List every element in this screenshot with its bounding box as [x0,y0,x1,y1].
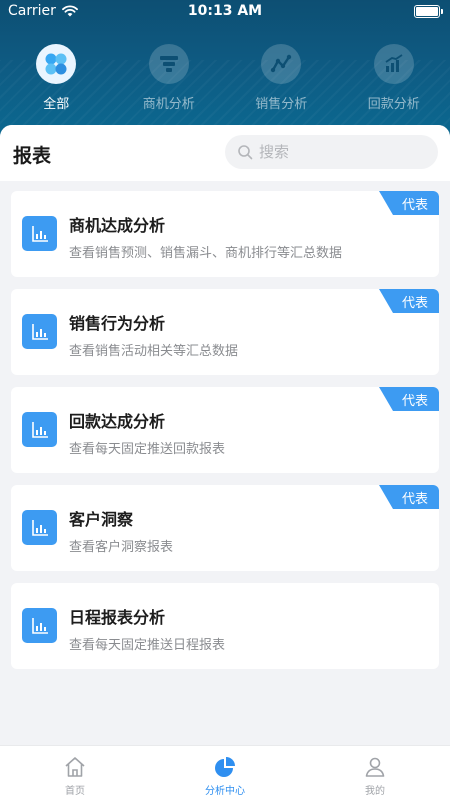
report-card-payment[interactable]: 回款达成分析 查看每天固定推送回款报表 代表 [11,387,439,473]
tab-opportunity[interactable]: 商机分析 [113,44,226,112]
pie-chart-icon [215,757,235,777]
tab-all-circle [36,44,77,84]
tab-sales[interactable]: 销售分析 [225,44,338,112]
nav-analysis-label: 分析中心 [205,786,245,797]
tab-payment-label: 回款分析 [367,97,420,112]
report-desc: 查看销售活动相关等汇总数据 [69,344,239,359]
tab-sales-label: 销售分析 [255,97,308,112]
nav-mine-label: 我的 [365,786,385,797]
report-chart-icon [22,314,57,349]
bar-chart-icon [31,225,48,242]
report-desc: 查看每天固定推送回款报表 [69,442,226,457]
status-bar: Carrier 10:13 AM [0,0,450,24]
report-desc: 查看客户洞察报表 [69,540,174,555]
bar-chart-icon [31,617,48,634]
report-title: 销售行为分析 [69,314,166,333]
funnel-icon [159,56,178,72]
report-panel: 报表 商机达成分析 查看销售预测、销售漏斗、商机排行等汇总数据 代表 [0,125,450,745]
tab-payment[interactable]: 回款分析 [338,44,450,112]
representative-badge: 代表 [379,191,439,215]
report-title: 日程报表分析 [69,608,166,627]
nav-mine[interactable]: 我的 [300,746,450,800]
report-desc: 查看销售预测、销售漏斗、商机排行等汇总数据 [69,246,343,261]
battery-icon [414,5,443,18]
report-chart-icon [22,216,57,251]
report-title: 回款达成分析 [69,412,166,431]
grid-dots-icon [45,53,67,75]
user-icon [365,757,385,777]
tab-payment-circle [373,44,414,84]
bottom-nav: 首页 分析中心 我的 [0,745,450,800]
report-list: 商机达成分析 查看销售预测、销售漏斗、商机排行等汇总数据 代表 销售行为分析 查… [11,191,439,681]
clock: 10:13 AM [187,3,263,19]
representative-badge: 代表 [379,289,439,313]
representative-badge: 代表 [379,387,439,411]
tab-opportunity-label: 商机分析 [142,97,195,112]
search-icon [238,145,253,160]
bar-chart-icon [31,519,48,536]
panel-header: 报表 [0,125,450,181]
home-icon [65,757,85,777]
report-chart-icon [22,608,57,643]
report-title: 商机达成分析 [69,216,166,235]
bar-chart-icon [31,323,48,340]
battery-fill [416,7,438,16]
bar-chart-icon [31,421,48,438]
report-chart-icon [22,412,57,447]
category-tabs: 全部 商机分析 销售分析 回款分析 [0,44,450,112]
representative-badge: 代表 [379,485,439,509]
bar-growth-icon [385,54,403,72]
report-chart-icon [22,510,57,545]
search-box[interactable] [225,135,438,169]
page-title: 报表 [13,145,52,167]
tab-all-label: 全部 [43,97,70,112]
report-card-schedule[interactable]: 日程报表分析 查看每天固定推送日程报表 [11,583,439,669]
report-desc: 查看每天固定推送日程报表 [69,638,226,653]
nav-home[interactable]: 首页 [0,746,150,800]
tab-sales-circle [261,44,302,84]
report-card-customer-insight[interactable]: 客户洞察 查看客户洞察报表 代表 [11,485,439,571]
report-card-sales-behavior[interactable]: 销售行为分析 查看销售活动相关等汇总数据 代表 [11,289,439,375]
report-card-opportunity[interactable]: 商机达成分析 查看销售预测、销售漏斗、商机排行等汇总数据 代表 [11,191,439,277]
nav-home-label: 首页 [65,786,85,797]
report-title: 客户洞察 [69,510,134,529]
tab-opportunity-circle [148,44,189,84]
tab-all[interactable]: 全部 [0,44,113,112]
trend-line-icon [271,54,292,73]
nav-analysis-center[interactable]: 分析中心 [150,746,300,800]
search-input[interactable] [259,143,419,161]
